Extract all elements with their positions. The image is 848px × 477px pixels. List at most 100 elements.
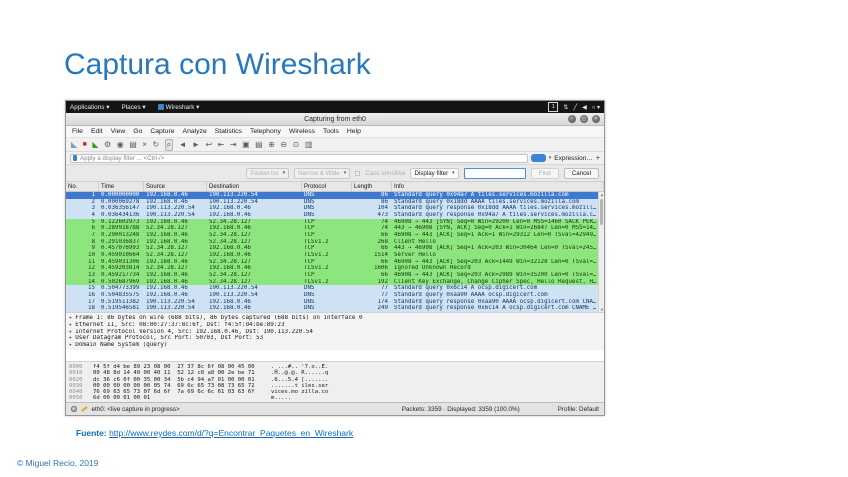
- detail-tree-row[interactable]: ▸ Domain Name System (query): [69, 342, 601, 349]
- packet-row-5[interactable]: 5 0.122602973 192.168.0.46 52.34.28.127 …: [66, 218, 604, 226]
- packet-row-3[interactable]: 3 0.036356147 190.113.220.54 192.168.0.4…: [66, 205, 604, 212]
- packet-row-9[interactable]: 9 0.457076993 52.34.28.127 192.168.0.46 …: [66, 245, 604, 252]
- menu-go[interactable]: Go: [133, 128, 142, 135]
- column-no[interactable]: No.: [66, 182, 99, 191]
- scroll-down-icon[interactable]: ▼: [599, 307, 604, 312]
- menu-help[interactable]: Help: [347, 128, 361, 135]
- auto-scroll-icon[interactable]: ▣: [242, 140, 250, 150]
- expand-arrow-icon[interactable]: ▸: [69, 322, 72, 328]
- expert-info-icon[interactable]: [71, 406, 77, 412]
- expression-button[interactable]: Expression…: [554, 155, 593, 162]
- zoom-out-icon[interactable]: ⊖: [280, 140, 287, 150]
- detail-tree-row[interactable]: ▸ User Datagram Protocol, Src Port: 50703…: [69, 335, 601, 342]
- vertical-scrollbar[interactable]: ▲ ▼: [598, 192, 604, 312]
- expand-arrow-icon[interactable]: ▸: [69, 329, 72, 335]
- scroll-up-icon[interactable]: ▲: [599, 192, 604, 197]
- stop-capture-icon[interactable]: ■: [83, 140, 87, 150]
- apply-filter-button[interactable]: [530, 154, 546, 162]
- maximize-button[interactable]: ◻: [580, 115, 588, 123]
- cancel-button[interactable]: Cancel: [563, 167, 599, 179]
- packet-row-18[interactable]: 18 0.519546581 190.113.220.54 192.168.0.…: [66, 305, 604, 312]
- save-file-icon[interactable]: ▤: [129, 140, 137, 150]
- detail-tree-row[interactable]: ▸ Frame 1: 86 bytes on wire (688 bits), 8…: [69, 315, 601, 322]
- find-button[interactable]: Find: [530, 167, 559, 179]
- power-icon[interactable]: ○ ▾: [592, 104, 600, 111]
- packet-row-17[interactable]: 17 0.519511382 190.113.220.54 192.168.0.…: [66, 298, 604, 306]
- packet-row-16[interactable]: 16 0.504835575 192.168.0.46 190.113.220.…: [66, 291, 604, 299]
- packet-row-4[interactable]: 4 0.036434136 190.113.220.54 192.168.0.4…: [66, 211, 604, 219]
- charset-select[interactable]: Narrow & Wide ▾: [294, 167, 351, 179]
- menu-analyze[interactable]: Analyze: [183, 128, 207, 135]
- volume-icon[interactable]: ◀: [582, 104, 587, 111]
- column-protocol[interactable]: Protocol: [302, 182, 352, 191]
- start-capture-icon[interactable]: ◣: [71, 140, 77, 150]
- detail-tree-row[interactable]: ▸ Internet Protocol Version 4, Src: 192.1…: [69, 329, 601, 336]
- menu-statistics[interactable]: Statistics: [215, 128, 242, 135]
- column-length[interactable]: Length: [352, 182, 392, 191]
- colorize-icon[interactable]: ▤: [255, 140, 263, 150]
- close-button[interactable]: ×: [592, 115, 600, 123]
- menu-file[interactable]: File: [72, 128, 83, 135]
- network-icon[interactable]: ⇅: [563, 104, 568, 111]
- zoom-reset-icon[interactable]: ⊙: [293, 140, 300, 150]
- zoom-in-icon[interactable]: ⊕: [268, 140, 275, 150]
- menu-wireless[interactable]: Wireless: [289, 128, 315, 135]
- capture-options-icon[interactable]: ⚙: [104, 140, 111, 150]
- restart-capture-icon[interactable]: ◣: [92, 140, 98, 150]
- go-to-packet-icon[interactable]: ↩: [205, 140, 212, 150]
- go-back-icon[interactable]: ◄: [179, 140, 187, 150]
- expand-arrow-icon[interactable]: ▸: [69, 342, 72, 348]
- places-menu[interactable]: Places ▾: [121, 103, 145, 111]
- packet-row-13[interactable]: 13 0.459217734 192.168.0.46 52.34.28.127…: [66, 271, 604, 279]
- go-forward-icon[interactable]: ►: [192, 140, 200, 150]
- find-search-input[interactable]: [463, 167, 526, 179]
- display-filter-input[interactable]: Apply a display filter ... <Ctrl-/>: [70, 153, 528, 163]
- packet-row-2[interactable]: 2 0.000069278 192.168.0.46 190.113.220.5…: [66, 198, 604, 206]
- menu-telephony[interactable]: Telephony: [250, 128, 281, 135]
- packet-row-14[interactable]: 14 0.502687969 192.168.0.46 52.34.28.127…: [66, 278, 604, 286]
- packet-row-8[interactable]: 8 0.291036837 192.168.0.46 52.34.28.127 …: [66, 238, 604, 246]
- case-sensitive-checkbox[interactable]: [355, 170, 361, 176]
- column-info[interactable]: Info: [392, 182, 604, 191]
- input-method-icon[interactable]: ╱: [573, 104, 577, 111]
- applications-menu[interactable]: Applications ▾: [70, 103, 109, 111]
- menu-capture[interactable]: Capture: [150, 128, 174, 135]
- expand-arrow-icon[interactable]: ▸: [69, 335, 72, 341]
- capture-comment-icon[interactable]: [80, 405, 88, 413]
- packet-row-12[interactable]: 12 0.459203814 52.34.28.127 192.168.0.46…: [66, 265, 604, 272]
- scrollbar-thumb[interactable]: [600, 199, 603, 225]
- packet-row-6[interactable]: 6 0.289918788 52.34.28.127 192.168.0.46 …: [66, 225, 604, 232]
- source-link[interactable]: http://www.reydes.com/d/?q=Encontrar_Paq…: [109, 428, 353, 438]
- resize-columns-icon[interactable]: ▥: [305, 140, 313, 150]
- detail-tree-row[interactable]: ▸ Ethernet II, Src: 08:00:27:37:8c:6f, Ds…: [69, 322, 601, 329]
- reload-icon[interactable]: ↻: [152, 140, 159, 150]
- column-time[interactable]: Time: [99, 182, 144, 191]
- packet-row-7[interactable]: 7 0.290013248 192.168.0.46 52.34.28.127 …: [66, 231, 604, 239]
- column-source[interactable]: Source: [144, 182, 207, 191]
- hex-dump-row[interactable]: 0050 6d 00 00 01 00 01 m.....: [69, 395, 601, 401]
- search-domain-select[interactable]: Packet list ▾: [246, 167, 290, 179]
- packet-row-15[interactable]: 15 0.504773399 192.168.0.46 190.113.220.…: [66, 285, 604, 292]
- last-packet-icon[interactable]: ⇥: [230, 140, 237, 150]
- bookmark-icon[interactable]: [73, 155, 77, 161]
- open-file-icon[interactable]: ◉: [117, 140, 124, 150]
- filter-dropdown-icon[interactable]: ▾: [549, 155, 552, 161]
- menu-view[interactable]: View: [111, 128, 126, 135]
- minimize-button[interactable]: −: [568, 115, 576, 123]
- menu-tools[interactable]: Tools: [323, 128, 339, 135]
- add-filter-button[interactable]: +: [596, 155, 600, 162]
- packet-row-1[interactable]: 1 0.000000000 192.168.0.46 190.113.220.5…: [66, 192, 604, 199]
- first-packet-icon[interactable]: ⇤: [218, 140, 225, 150]
- packet-row-10[interactable]: 10 0.459010664 52.34.28.127 192.168.0.46…: [66, 251, 604, 259]
- menu-edit[interactable]: Edit: [91, 128, 103, 135]
- expand-arrow-icon[interactable]: ▸: [69, 315, 72, 321]
- profile-text[interactable]: Profile: Default: [558, 406, 599, 413]
- find-packet-icon[interactable]: ⌕: [164, 138, 174, 151]
- wireshark-app-menu[interactable]: Wireshark ▾: [157, 103, 199, 111]
- search-type-select[interactable]: Display filter ▾: [410, 167, 459, 179]
- column-destination[interactable]: Destination: [207, 182, 302, 191]
- close-capture-icon[interactable]: ×: [142, 140, 147, 150]
- window-titlebar[interactable]: Capturing from eth0 − ◻ ×: [66, 113, 604, 126]
- workspace-indicator[interactable]: 1: [548, 102, 559, 112]
- packet-row-11[interactable]: 11 0.459031306 192.168.0.46 52.34.28.127…: [66, 258, 604, 266]
